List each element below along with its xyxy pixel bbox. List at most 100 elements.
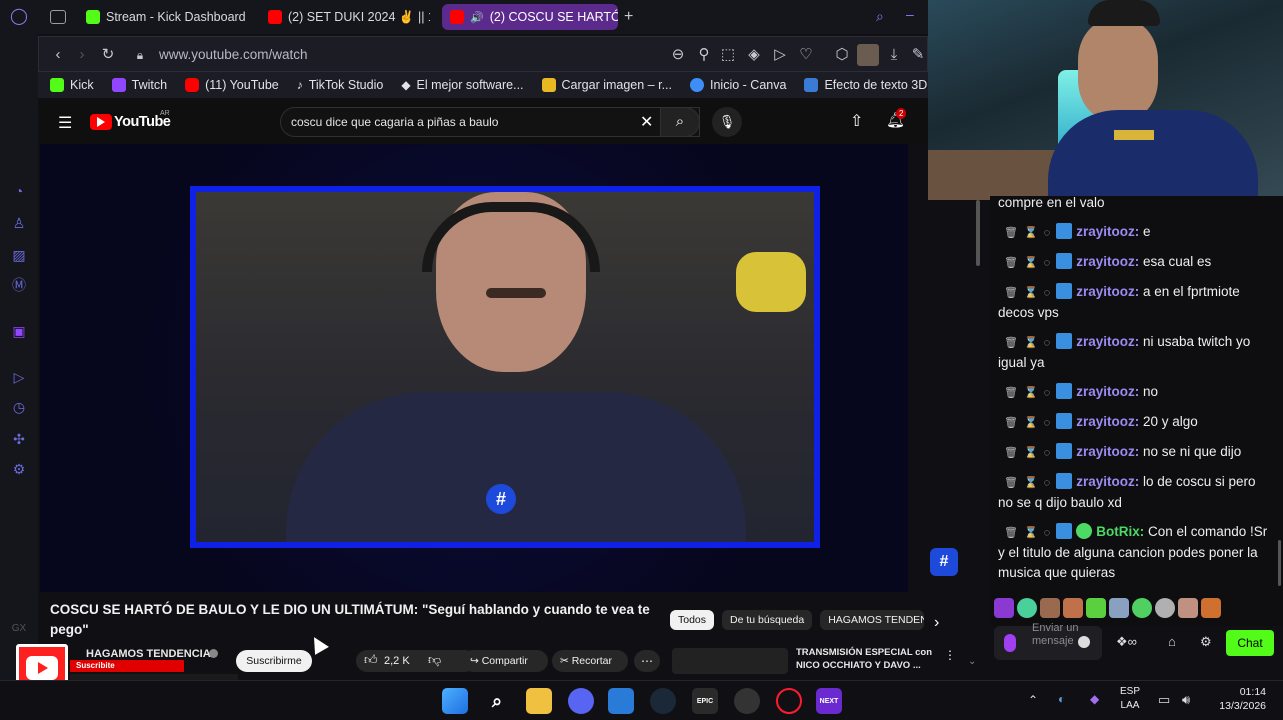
bookmark-kick[interactable]: Kick <box>50 78 94 92</box>
clear-search-icon[interactable]: ✕ <box>640 112 653 132</box>
opera-gx-icon[interactable] <box>776 688 802 714</box>
pin-icon[interactable]: ⚲ <box>695 46 713 64</box>
network-icon[interactable]: ▭ <box>1158 692 1170 708</box>
twitch-icon[interactable]: ▣ <box>10 322 28 340</box>
like-count[interactable]: 2,2 K <box>384 655 410 667</box>
chip-all[interactable]: Todos <box>670 610 715 630</box>
extension-icon[interactable]: ▨ <box>10 246 28 264</box>
bookmark-software[interactable]: ◆ El mejor software... <box>401 78 523 92</box>
chat-username[interactable]: zrayitooz: <box>1076 414 1139 429</box>
search-tabs-icon[interactable]: ⌕ <box>876 8 884 25</box>
chat-username[interactable]: BotRix: <box>1096 524 1144 539</box>
profile-avatar[interactable] <box>857 44 879 66</box>
emote-icon[interactable] <box>1155 598 1175 618</box>
chat-username[interactable]: zrayitooz: <box>1076 474 1139 489</box>
emote-icon[interactable] <box>1063 598 1083 618</box>
opera-logo-icon[interactable]: ◯ <box>10 8 28 26</box>
emote-icon[interactable] <box>1086 598 1106 618</box>
windows-start-icon[interactable] <box>442 688 468 714</box>
emote-icon[interactable] <box>1201 598 1221 618</box>
subscribe-button[interactable]: Suscribirme <box>236 650 312 672</box>
heart-icon[interactable]: ♡ <box>797 46 815 64</box>
epic-games-icon[interactable]: EPIC <box>692 688 718 714</box>
chat-username[interactable]: zrayitooz: <box>1076 284 1139 299</box>
tab-coscu[interactable]: 🔊 (2) COSCU SE HARTÓ <box>442 4 618 30</box>
emote-icon[interactable] <box>1132 598 1152 618</box>
bot-icon[interactable]: ♙ <box>10 214 28 232</box>
bookmark-cargar-imagen[interactable]: Cargar imagen – r... <box>541 78 672 92</box>
bookmark-texto-3d[interactable]: Efecto de texto 3D... <box>804 78 938 92</box>
emote-icon[interactable] <box>1109 598 1129 618</box>
search-input[interactable]: coscu dice que cagaria a piñas a baulo <box>280 107 700 137</box>
channel-name[interactable]: HAGAMOS TENDENCIA <box>86 648 211 660</box>
emoji-icon[interactable] <box>1078 636 1090 648</box>
url-field[interactable]: www.youtube.com/watch <box>159 47 308 62</box>
store-icon[interactable] <box>608 688 634 714</box>
video-player[interactable]: # # <box>40 144 958 592</box>
minimize-icon[interactable]: – <box>906 6 914 22</box>
discord-icon[interactable] <box>568 688 594 714</box>
download-icon[interactable]: ⤓ <box>885 46 903 64</box>
bits-icon[interactable]: ❖∞ <box>1116 634 1137 650</box>
clock[interactable]: 01:14 13/3/2026 <box>1206 685 1266 713</box>
like-icon[interactable]: 👍︎ <box>364 652 378 668</box>
tab-menu-icon[interactable] <box>50 10 66 24</box>
back-icon[interactable]: ‹ <box>49 46 67 64</box>
easy-setup-icon[interactable]: ✎ <box>909 46 927 64</box>
chat-scrollbar-right[interactable] <box>1278 540 1281 586</box>
extensions-icon[interactable]: ⬡ <box>833 46 851 64</box>
upload-icon[interactable]: ⇧ <box>850 111 863 131</box>
bookmark-tiktok[interactable]: ♪ TikTok Studio <box>297 78 384 92</box>
bookmark-twitch[interactable]: Twitch <box>111 78 167 92</box>
snapshot-icon[interactable]: ⬚ <box>719 46 737 64</box>
settings-icon[interactable]: ⚙ <box>10 460 28 478</box>
channel-branding-icon[interactable]: # <box>930 548 958 576</box>
chat-username[interactable]: zrayitooz: <box>1076 444 1139 459</box>
steam-icon[interactable] <box>650 688 676 714</box>
chat-collapse-icon[interactable]: ⌄ <box>968 656 976 667</box>
tray-overflow-icon[interactable]: ⌃ <box>1028 693 1038 707</box>
tray-app-icon[interactable]: ◆ <box>1090 692 1099 706</box>
chat-username[interactable]: zrayitooz: <box>1076 224 1139 239</box>
emote-icon[interactable] <box>1040 598 1060 618</box>
next-app-icon[interactable]: NEXT <box>816 688 842 714</box>
chips-next-icon[interactable]: › <box>934 614 939 632</box>
play-icon[interactable]: ▷ <box>771 46 789 64</box>
bookmark-youtube[interactable]: (11) YouTube <box>185 78 279 92</box>
emote-icon[interactable] <box>1017 598 1037 618</box>
emote-icon[interactable] <box>994 598 1014 618</box>
input-language[interactable]: ESP LAA <box>1120 685 1140 713</box>
chat-username[interactable]: zrayitooz: <box>1076 254 1139 269</box>
new-tab-button[interactable]: + <box>624 8 633 26</box>
store-icon[interactable]: ⌂ <box>1168 634 1176 649</box>
next-video-menu-icon[interactable]: ⋮ <box>944 648 956 662</box>
chip-channel[interactable]: HAGAMOS TENDENC <box>820 610 925 630</box>
chat-emote-picker-icon[interactable] <box>1004 634 1016 652</box>
bookmark-canva[interactable]: Inicio - Canva <box>690 78 786 92</box>
reload-icon[interactable]: ↻ <box>99 46 117 64</box>
chat-settings-icon[interactable]: ⚙ <box>1200 634 1212 650</box>
clip-button[interactable]: ✂ Recortar <box>552 650 628 672</box>
emote-icon[interactable] <box>1178 598 1198 618</box>
shield-icon[interactable]: ◈ <box>745 46 763 64</box>
chat-scrollbar[interactable] <box>976 200 980 266</box>
search-icon[interactable]: ⌕ <box>484 688 510 714</box>
tab-duki[interactable]: (2) SET DUKI 2024 ✌ || 1 <box>260 4 430 30</box>
tray-steam-icon[interactable]: ◐ <box>1058 692 1065 706</box>
next-video-title[interactable]: TRANSMISIÓN ESPECIAL con NICO OCCHIATO Y… <box>796 646 936 672</box>
file-explorer-icon[interactable] <box>526 688 552 714</box>
menu-icon[interactable]: ☰ <box>58 113 72 133</box>
share-button[interactable]: ↪ Compartir <box>462 650 548 672</box>
chat-username[interactable]: zrayitooz: <box>1076 384 1139 399</box>
search-button[interactable]: ⌕ <box>660 107 700 137</box>
next-video-thumbnail[interactable] <box>672 648 788 674</box>
extensions-icon[interactable]: ✣ <box>10 430 28 448</box>
chat-send-button[interactable]: Chat <box>1226 630 1274 656</box>
dislike-icon[interactable]: 👎︎ <box>428 652 441 668</box>
volume-icon[interactable]: 🔊︎ <box>1182 692 1190 708</box>
forward-icon[interactable]: › <box>73 46 91 64</box>
messenger-icon[interactable]: Ⓜ <box>10 276 28 294</box>
chip-from-search[interactable]: De tu búsqueda <box>722 610 813 630</box>
obs-icon[interactable] <box>734 688 760 714</box>
more-actions-icon[interactable]: ⋯ <box>634 650 660 672</box>
